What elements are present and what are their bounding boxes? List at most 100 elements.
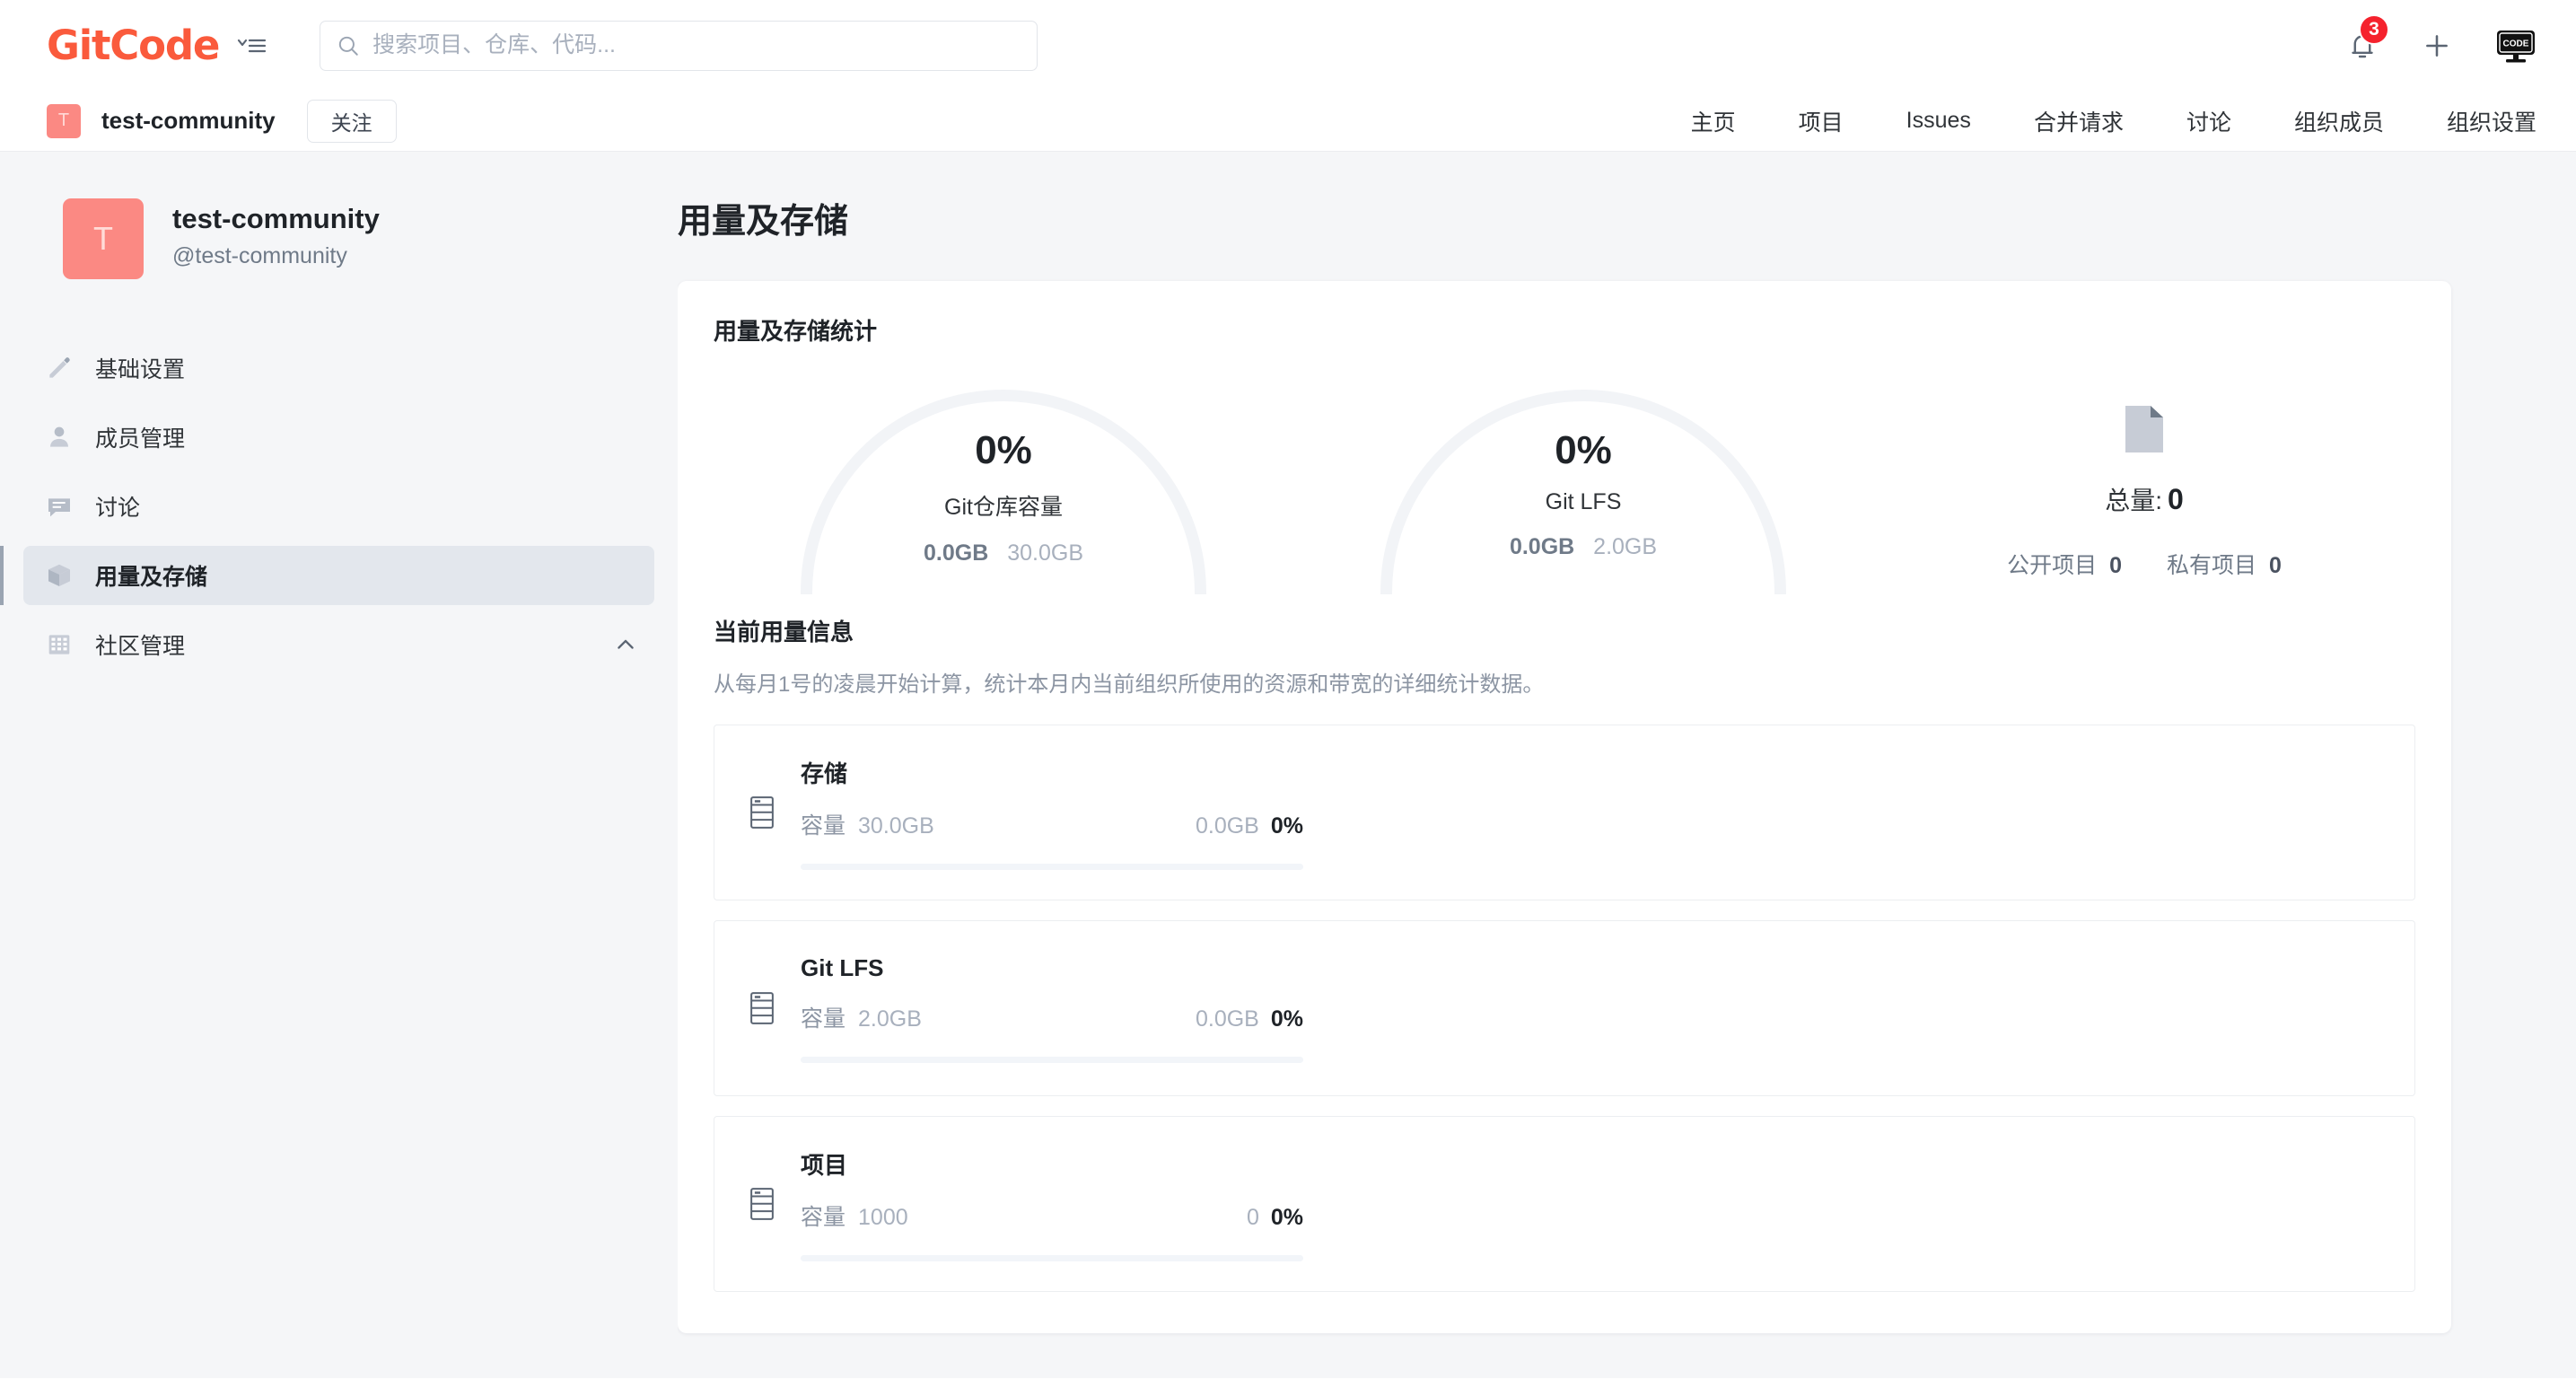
private-projects-label: 私有项目 (2167, 553, 2257, 578)
box-icon (43, 559, 75, 592)
gauge-label: Git LFS (1545, 489, 1622, 514)
usage-capacity-label: 容量 (801, 1204, 846, 1230)
usage-percent: 0% (1270, 1204, 1303, 1230)
usage-progress-bar (801, 1254, 1303, 1261)
sidebar-org-profile: T test-community @test-community (0, 198, 678, 279)
org-name-link[interactable]: test-community (101, 107, 276, 135)
public-projects-label: 公开项目 (2007, 553, 2098, 578)
project-breakdown: 公开项目 0 私有项目 0 (1873, 548, 2415, 580)
org-nav-home[interactable]: 主页 (1691, 105, 1736, 137)
gauge-total-value: 2.0GB (1593, 534, 1658, 559)
org-nav-merge-requests[interactable]: 合并请求 (2034, 105, 2124, 137)
sidebar-item-label: 基础设置 (95, 357, 186, 382)
org-nav-settings[interactable]: 组织设置 (2447, 105, 2537, 137)
project-total-value: 0 (2167, 483, 2184, 515)
sidebar-item-basic-settings[interactable]: 基础设置 (23, 338, 654, 398)
comment-icon (43, 490, 75, 523)
usage-progress-bar (801, 863, 1303, 870)
usage-row-storage: 存储 容量 30.0GB 0.0GB 0% (714, 725, 2415, 900)
sidebar-org-handle: @test-community (172, 243, 347, 269)
server-icon (747, 991, 777, 1025)
chevron-up-icon[interactable] (613, 632, 638, 657)
usage-percent: 0% (1270, 812, 1303, 839)
header-actions: 3 CODE (2346, 13, 2537, 63)
usage-percent: 0% (1270, 1006, 1303, 1032)
document-icon (1873, 404, 2415, 454)
sidebar-item-label: 成员管理 (95, 426, 186, 452)
org-nav-projects[interactable]: 项目 (1799, 105, 1844, 137)
page-title: 用量及存储 (678, 203, 849, 241)
pencil-square-icon (43, 352, 75, 384)
org-avatar-small[interactable]: T (47, 103, 81, 138)
gauge-label: Git仓库容量 (944, 495, 1063, 520)
stats-card-title: 用量及存储统计 (714, 318, 878, 345)
usage-row-projects: 项目 容量 1000 0 0% (714, 1116, 2415, 1292)
org-nav-items: 主页 项目 Issues 合并请求 讨论 组织成员 组织设置 (1691, 105, 2537, 137)
global-search-box[interactable] (320, 20, 1038, 71)
current-usage-description: 从每月1号的凌晨开始计算，统计本月内当前组织所使用的资源和带宽的详细统计数据。 (714, 672, 1545, 697)
user-icon (43, 421, 75, 453)
sidebar-item-label: 用量及存储 (95, 565, 208, 590)
notifications-button[interactable]: 3 (2346, 13, 2389, 62)
monitor-code-icon: CODE (2497, 30, 2535, 62)
usage-progress-bar (801, 1056, 1303, 1063)
gauge-percent: 0% (1555, 428, 1612, 472)
plus-icon (2426, 34, 2448, 57)
org-avatar-large: T (63, 198, 144, 279)
svg-text:CODE: CODE (2503, 39, 2529, 48)
public-projects-value: 0 (2109, 553, 2122, 578)
sidebar-item-label: 社区管理 (95, 634, 186, 659)
usage-used-value: 0 (1246, 1204, 1259, 1230)
org-nav-issues[interactable]: Issues (1906, 108, 1971, 134)
sidebar-nav: 基础设置 成员管理 讨论 用量及存储 社区管理 (0, 338, 678, 674)
grid-icon (43, 628, 75, 661)
usage-row-name: 项目 (801, 1151, 848, 1179)
user-avatar[interactable]: CODE (2495, 29, 2537, 63)
gauge-percent: 0% (975, 428, 1032, 472)
gauge-git-repo: 0% Git仓库容量 0.0GB 30.0GB (714, 370, 1293, 594)
usage-capacity-value: 30.0GB (858, 812, 934, 839)
usage-rows: 存储 容量 30.0GB 0.0GB 0% Git LFS 容量 2.0GB 0… (714, 725, 2415, 1292)
sidebar-item-community-management[interactable]: 社区管理 (23, 615, 654, 674)
search-icon (337, 34, 360, 57)
private-projects-value: 0 (2269, 553, 2282, 578)
usage-capacity-label: 容量 (801, 812, 846, 839)
current-usage-title: 当前用量信息 (714, 619, 854, 646)
usage-used-value: 0.0GB (1195, 1006, 1259, 1032)
page-body: T test-community @test-community 基础设置 成员… (0, 152, 2576, 1378)
sidebar-item-label: 讨论 (95, 496, 141, 521)
org-nav-discussions[interactable]: 讨论 (2186, 105, 2231, 137)
usage-row-git-lfs: Git LFS 容量 2.0GB 0.0GB 0% (714, 920, 2415, 1096)
usage-storage-card: 用量及存储统计 0% Git仓库容量 0.0GB 30.0GB 0% Git L… (678, 281, 2451, 1333)
add-new-button[interactable] (2422, 31, 2452, 61)
main-content: 用量及存储 用量及存储统计 0% Git仓库容量 0.0GB 30.0GB 0%… (678, 152, 2576, 1378)
usage-capacity-label: 容量 (801, 1006, 846, 1032)
usage-row-name: 存储 (801, 760, 848, 787)
usage-used-value: 0.0GB (1195, 812, 1259, 839)
sidebar-item-usage-storage[interactable]: 用量及存储 (0, 546, 654, 605)
search-input[interactable] (372, 32, 1021, 58)
current-usage-header: 当前用量信息 从每月1号的凌晨开始计算，统计本月内当前组织所使用的资源和带宽的详… (714, 614, 2415, 698)
follow-button[interactable]: 关注 (306, 99, 397, 143)
usage-row-name: Git LFS (801, 953, 884, 981)
usage-capacity-value: 1000 (858, 1204, 908, 1230)
project-summary: 总量: 0 公开项目 0 私有项目 0 (1873, 370, 2415, 580)
sidebar-item-discussions[interactable]: 讨论 (23, 477, 654, 536)
usage-capacity-value: 2.0GB (858, 1006, 922, 1032)
project-total: 总量: 0 (1873, 481, 2415, 517)
project-total-label: 总量: (2105, 487, 2162, 514)
server-icon (747, 1187, 777, 1221)
gauges-row: 0% Git仓库容量 0.0GB 30.0GB 0% Git LFS 0.0GB… (714, 370, 2415, 594)
chevron-down-list-icon[interactable] (237, 35, 267, 57)
sidebar-org-title: test-community (172, 203, 380, 234)
gitcode-logo[interactable]: GitCode (47, 25, 220, 66)
sidebar: T test-community @test-community 基础设置 成员… (0, 152, 678, 1378)
server-icon (747, 795, 777, 830)
gauge-used-value: 0.0GB (924, 540, 989, 566)
top-header: GitCode 3 (0, 0, 2576, 91)
sidebar-item-members[interactable]: 成员管理 (23, 408, 654, 467)
gauge-used-value: 0.0GB (1509, 534, 1575, 559)
public-projects: 公开项目 0 (2007, 548, 2122, 580)
gauge-git-lfs: 0% Git LFS 0.0GB 2.0GB (1293, 370, 1873, 594)
org-nav-members[interactable]: 组织成员 (2294, 105, 2384, 137)
